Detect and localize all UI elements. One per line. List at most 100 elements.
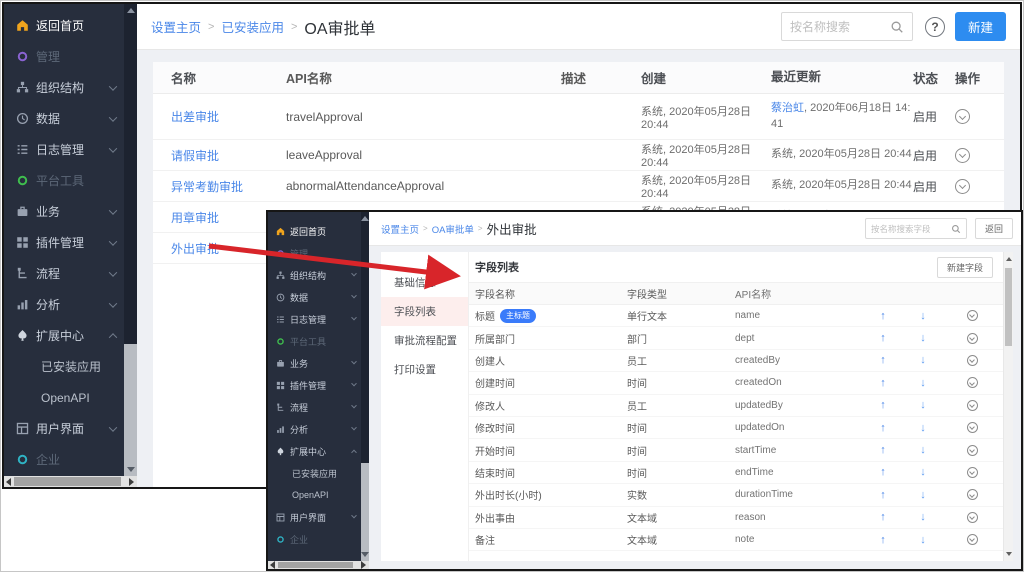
approval-name-link[interactable]: 用章审批	[171, 211, 219, 225]
move-down-icon[interactable]: ↓	[905, 399, 941, 411]
sidebar-vertical-scrollbar[interactable]	[124, 4, 137, 476]
sidebar-item-user-interface[interactable]: 用户界面	[268, 506, 361, 528]
sidebar-item-enterprise[interactable]: 企业	[4, 444, 124, 475]
sidebar-item-home[interactable]: 返回首页	[268, 220, 361, 242]
scroll-up-icon[interactable]	[1006, 257, 1012, 261]
move-down-icon[interactable]: ↓	[905, 310, 941, 322]
circle-chevron-down-icon[interactable]	[967, 377, 978, 388]
sidebar-item-home[interactable]: 返回首页	[4, 10, 124, 41]
circle-chevron-down-icon[interactable]	[967, 422, 978, 433]
move-up-icon[interactable]: ↑	[861, 422, 905, 434]
scroll-up-icon[interactable]	[127, 8, 135, 13]
field-search-input[interactable]	[871, 224, 951, 234]
sidebar-item-workflow[interactable]: 流程	[268, 396, 361, 418]
circle-chevron-down-icon[interactable]	[967, 333, 978, 344]
breadcrumb-link[interactable]: 已安装应用	[221, 17, 284, 36]
sidebar-item-org-structure[interactable]: 组织结构	[268, 264, 361, 286]
scrollbar-thumb[interactable]	[361, 212, 369, 463]
circle-chevron-down-icon[interactable]	[967, 512, 978, 523]
move-up-icon[interactable]: ↑	[861, 332, 905, 344]
move-down-icon[interactable]: ↓	[905, 534, 941, 546]
search-icon[interactable]	[951, 224, 961, 234]
scroll-left-icon[interactable]	[270, 561, 275, 569]
scroll-left-icon[interactable]	[6, 478, 11, 486]
move-up-icon[interactable]: ↑	[861, 354, 905, 366]
sidebar-item-installed-apps[interactable]: 已安装应用	[268, 462, 361, 484]
scrollbar-thumb[interactable]	[278, 562, 353, 568]
sidebar-item-data[interactable]: 数据	[268, 286, 361, 308]
circle-chevron-down-icon[interactable]	[955, 109, 970, 124]
sidebar-item-workflow[interactable]: 流程	[4, 258, 124, 289]
scroll-down-icon[interactable]	[127, 467, 135, 472]
move-up-icon[interactable]: ↑	[861, 466, 905, 478]
move-up-icon[interactable]: ↑	[861, 511, 905, 523]
scroll-right-icon[interactable]	[129, 478, 134, 486]
breadcrumb-link[interactable]: 设置主页	[381, 222, 419, 236]
move-up-icon[interactable]: ↑	[861, 310, 905, 322]
circle-chevron-down-icon[interactable]	[967, 467, 978, 478]
search-icon[interactable]	[890, 20, 904, 34]
approval-name-link[interactable]: 请假审批	[171, 149, 219, 163]
help-icon[interactable]: ?	[925, 17, 945, 37]
scrollbar-thumb[interactable]	[1005, 268, 1012, 346]
move-down-icon[interactable]: ↓	[905, 511, 941, 523]
approval-name-link[interactable]: 异常考勤审批	[171, 180, 243, 194]
detail-nav-item[interactable]: 基础信息	[381, 268, 468, 297]
panel-vertical-scrollbar[interactable]	[1003, 252, 1013, 561]
sidebar-item-analytics[interactable]: 分析	[4, 289, 124, 320]
detail-nav-item[interactable]: 字段列表	[381, 297, 468, 326]
circle-chevron-down-icon[interactable]	[955, 179, 970, 194]
search-input[interactable]	[790, 20, 890, 34]
sidebar-horizontal-scrollbar[interactable]	[4, 476, 137, 487]
approval-name-link[interactable]: 外出审批	[171, 242, 219, 256]
sidebar-item-extension-center[interactable]: 扩展中心	[268, 440, 361, 462]
scrollbar-thumb[interactable]	[124, 4, 137, 344]
breadcrumb-link[interactable]: 设置主页	[151, 17, 201, 36]
move-down-icon[interactable]: ↓	[905, 489, 941, 501]
scroll-down-icon[interactable]	[361, 552, 369, 557]
move-down-icon[interactable]: ↓	[905, 354, 941, 366]
sidebar-item-enterprise[interactable]: 企业	[268, 528, 361, 550]
sidebar-item-extension-center[interactable]: 扩展中心	[4, 320, 124, 351]
breadcrumb-link[interactable]: OA审批单	[432, 222, 474, 236]
sidebar-item-platform-tools[interactable]: 平台工具	[4, 165, 124, 196]
detail-nav-item[interactable]: 打印设置	[381, 355, 468, 384]
circle-chevron-down-icon[interactable]	[967, 534, 978, 545]
move-down-icon[interactable]: ↓	[905, 444, 941, 456]
approval-name-link[interactable]: 出差审批	[171, 110, 219, 124]
circle-chevron-down-icon[interactable]	[967, 310, 978, 321]
new-button[interactable]: 新建	[955, 12, 1006, 41]
move-up-icon[interactable]: ↑	[861, 489, 905, 501]
circle-chevron-down-icon[interactable]	[955, 148, 970, 163]
move-up-icon[interactable]: ↑	[861, 399, 905, 411]
sidebar-item-log-management[interactable]: 日志管理	[4, 134, 124, 165]
scroll-down-icon[interactable]	[1006, 552, 1012, 556]
circle-chevron-down-icon[interactable]	[967, 489, 978, 500]
sidebar-vertical-scrollbar[interactable]	[361, 212, 369, 561]
sidebar-item-log-management[interactable]: 日志管理	[268, 308, 361, 330]
circle-chevron-down-icon[interactable]	[967, 400, 978, 411]
detail-nav-item[interactable]: 审批流程配置	[381, 326, 468, 355]
back-button[interactable]: 返回	[975, 218, 1013, 239]
move-up-icon[interactable]: ↑	[861, 534, 905, 546]
move-down-icon[interactable]: ↓	[905, 332, 941, 344]
circle-chevron-down-icon[interactable]	[967, 445, 978, 456]
move-up-icon[interactable]: ↑	[861, 444, 905, 456]
sidebar-item-admin[interactable]: 管理	[4, 41, 124, 72]
sidebar-item-data[interactable]: 数据	[4, 103, 124, 134]
sidebar-item-installed-apps[interactable]: 已安装应用	[4, 351, 124, 382]
sidebar-item-plugin-management[interactable]: 插件管理	[4, 227, 124, 258]
updated-by-link[interactable]: 蔡治虹	[771, 102, 804, 114]
move-down-icon[interactable]: ↓	[905, 422, 941, 434]
move-down-icon[interactable]: ↓	[905, 377, 941, 389]
new-field-button[interactable]: 新建字段	[937, 257, 993, 278]
sidebar-item-business[interactable]: 业务	[4, 196, 124, 227]
scroll-right-icon[interactable]	[361, 561, 366, 569]
sidebar-item-analytics[interactable]: 分析	[268, 418, 361, 440]
scrollbar-thumb[interactable]	[14, 477, 121, 486]
sidebar-item-openapi[interactable]: OpenAPI	[4, 382, 124, 413]
sidebar-item-platform-tools[interactable]: 平台工具	[268, 330, 361, 352]
move-up-icon[interactable]: ↑	[861, 377, 905, 389]
sidebar-item-plugin-management[interactable]: 插件管理	[268, 374, 361, 396]
sidebar-item-openapi[interactable]: OpenAPI	[268, 484, 361, 506]
